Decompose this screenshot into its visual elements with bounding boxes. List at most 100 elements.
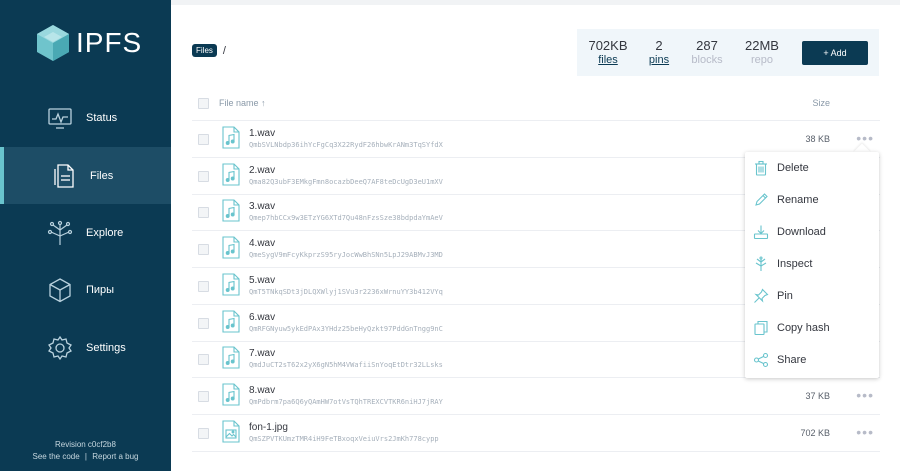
row-checkbox[interactable] bbox=[198, 390, 209, 402]
sidebar-footer: Revision c0cf2b8 See the code | Report a… bbox=[0, 440, 171, 461]
pencil-icon bbox=[755, 193, 768, 206]
top-strip bbox=[171, 0, 900, 5]
file-context-menu: Delete Rename Download Inspect Pin Copy … bbox=[745, 152, 879, 378]
audio-file-icon bbox=[222, 346, 240, 369]
file-row[interactable]: fon-1.jpg QmSZPVTKUmzTMR4iH9FeTBxoqxVeiuV… bbox=[192, 415, 880, 452]
file-size: 702 KB bbox=[800, 427, 830, 438]
select-all-checkbox[interactable] bbox=[198, 98, 209, 109]
row-checkbox[interactable] bbox=[198, 170, 209, 182]
audio-file-icon bbox=[222, 126, 240, 149]
audio-file-icon bbox=[222, 309, 240, 333]
gear-icon bbox=[48, 335, 72, 360]
sort-by-size-header[interactable]: Size bbox=[812, 98, 830, 108]
row-checkbox[interactable] bbox=[198, 354, 209, 366]
more-options-icon[interactable]: ••• bbox=[856, 387, 874, 403]
file-name[interactable]: 1.wav bbox=[249, 128, 275, 139]
menu-item-label: Pin bbox=[777, 290, 793, 302]
menu-item-inspect[interactable]: Inspect bbox=[745, 248, 879, 280]
file-hash: QmSZPVTKUmzTMR4iH9FeTBxoqxVeiuVrs2JmKh77… bbox=[249, 434, 439, 443]
file-size: 37 KB bbox=[805, 390, 830, 401]
sidebar-item-label: Пиры bbox=[86, 283, 115, 296]
sidebar-item-label: Settings bbox=[86, 341, 126, 354]
row-checkbox[interactable] bbox=[198, 280, 209, 292]
stat-pins-label[interactable]: pins bbox=[647, 54, 671, 66]
sidebar-item-settings[interactable]: Settings bbox=[0, 319, 171, 376]
ipfs-logo[interactable]: IPFS bbox=[36, 24, 142, 62]
menu-item-copy-hash[interactable]: Copy hash bbox=[745, 312, 879, 344]
sidebar-item-label: Explore bbox=[86, 226, 124, 239]
stat-blocks: 287 blocks bbox=[689, 38, 725, 66]
stat-repo-label: repo bbox=[750, 54, 774, 66]
menu-item-download[interactable]: Download bbox=[745, 216, 879, 248]
see-code-link[interactable]: See the code bbox=[33, 452, 80, 461]
row-checkbox[interactable] bbox=[198, 427, 209, 439]
sidebar: IPFS Status Files Explore Пиры Settings … bbox=[0, 0, 171, 471]
add-button[interactable]: + Add bbox=[802, 41, 868, 65]
peers-cube-icon bbox=[49, 277, 71, 302]
file-hash: QmPdbrm7pa6Q6yQAmHW7otVsTQhTREXCVTKR6niH… bbox=[249, 397, 443, 406]
file-hash: QmT5TNkqSDt3jDLQXWlyj1SVu3r2236xWrnuYY3b… bbox=[249, 287, 443, 296]
file-name[interactable]: 2.wav bbox=[249, 165, 275, 176]
sidebar-item-label: Files bbox=[90, 169, 114, 182]
stat-repo-value: 22MB bbox=[745, 38, 779, 53]
file-name[interactable]: 5.wav bbox=[249, 275, 275, 286]
sidebar-item-peers[interactable]: Пиры bbox=[0, 261, 171, 318]
report-bug-link[interactable]: Report a bug bbox=[92, 452, 138, 461]
audio-file-icon bbox=[222, 163, 240, 186]
row-checkbox[interactable] bbox=[198, 207, 209, 219]
stat-files[interactable]: 702KB files bbox=[586, 38, 630, 66]
stat-blocks-value: 287 bbox=[696, 38, 718, 53]
logo-text: IPFS bbox=[76, 27, 143, 58]
file-name[interactable]: fon-1.jpg bbox=[249, 422, 288, 433]
stat-pins[interactable]: 2 pins bbox=[647, 38, 671, 66]
menu-item-pin[interactable]: Pin bbox=[745, 280, 879, 312]
sort-by-name-header[interactable]: File name ↑ bbox=[219, 98, 266, 108]
menu-item-delete[interactable]: Delete bbox=[745, 152, 879, 184]
row-checkbox[interactable] bbox=[198, 317, 209, 329]
revision-text: Revision c0cf2b8 bbox=[55, 440, 116, 449]
status-monitor-icon bbox=[48, 107, 72, 129]
stat-files-label[interactable]: files bbox=[586, 54, 630, 66]
more-options-icon[interactable]: ••• bbox=[856, 424, 874, 440]
audio-file-icon bbox=[222, 383, 240, 406]
audio-file-icon bbox=[222, 236, 240, 259]
more-options-icon[interactable]: ••• bbox=[856, 130, 874, 146]
menu-item-rename[interactable]: Rename bbox=[745, 184, 879, 216]
file-hash: QmbSVLNbdp36ihYcFgCq3X22RydF26hbwKrANm3T… bbox=[249, 141, 443, 149]
row-checkbox[interactable] bbox=[198, 244, 209, 256]
copy-icon bbox=[754, 320, 768, 336]
menu-item-share[interactable]: Share bbox=[745, 344, 879, 376]
sidebar-item-status[interactable]: Status bbox=[0, 89, 171, 146]
menu-item-label: Share bbox=[777, 354, 807, 366]
file-row[interactable]: 8.wav QmPdbrm7pa6Q6yQAmHW7otVsTQhTREXCVTK… bbox=[192, 378, 880, 415]
stat-files-value: 702KB bbox=[588, 38, 628, 53]
menu-item-label: Download bbox=[777, 226, 826, 238]
menu-item-label: Inspect bbox=[777, 258, 813, 270]
file-hash: Qma82Q3ubF3EMkgFmn8ocazbDeeQ7AF8teDcUgD3… bbox=[249, 177, 443, 186]
sidebar-item-explore[interactable]: Explore bbox=[0, 204, 171, 261]
menu-item-label: Delete bbox=[777, 162, 809, 174]
files-icon bbox=[54, 163, 74, 188]
menu-item-label: Copy hash bbox=[777, 322, 830, 334]
audio-file-icon bbox=[222, 273, 240, 296]
trash-icon bbox=[755, 160, 767, 176]
image-file-icon bbox=[222, 420, 240, 443]
menu-item-label: Rename bbox=[777, 194, 819, 206]
file-name[interactable]: 4.wav bbox=[249, 238, 275, 249]
breadcrumb: Files / bbox=[192, 44, 226, 57]
sidebar-item-files[interactable]: Files bbox=[0, 147, 171, 204]
footer-separator: | bbox=[84, 452, 87, 461]
stat-pins-value: 2 bbox=[655, 38, 663, 53]
breadcrumb-root[interactable]: Files bbox=[192, 44, 217, 57]
file-name[interactable]: 3.wav bbox=[249, 201, 275, 212]
file-name[interactable]: 8.wav bbox=[249, 385, 275, 396]
file-name[interactable]: 6.wav bbox=[249, 312, 275, 323]
explore-tree-icon bbox=[47, 220, 73, 245]
row-checkbox[interactable] bbox=[198, 134, 209, 145]
stat-repo: 22MB repo bbox=[742, 38, 782, 66]
sidebar-item-label: Status bbox=[86, 111, 118, 124]
pin-icon bbox=[754, 288, 769, 303]
download-icon bbox=[753, 225, 769, 240]
file-name[interactable]: 7.wav bbox=[249, 348, 275, 359]
audio-file-icon bbox=[222, 199, 240, 222]
